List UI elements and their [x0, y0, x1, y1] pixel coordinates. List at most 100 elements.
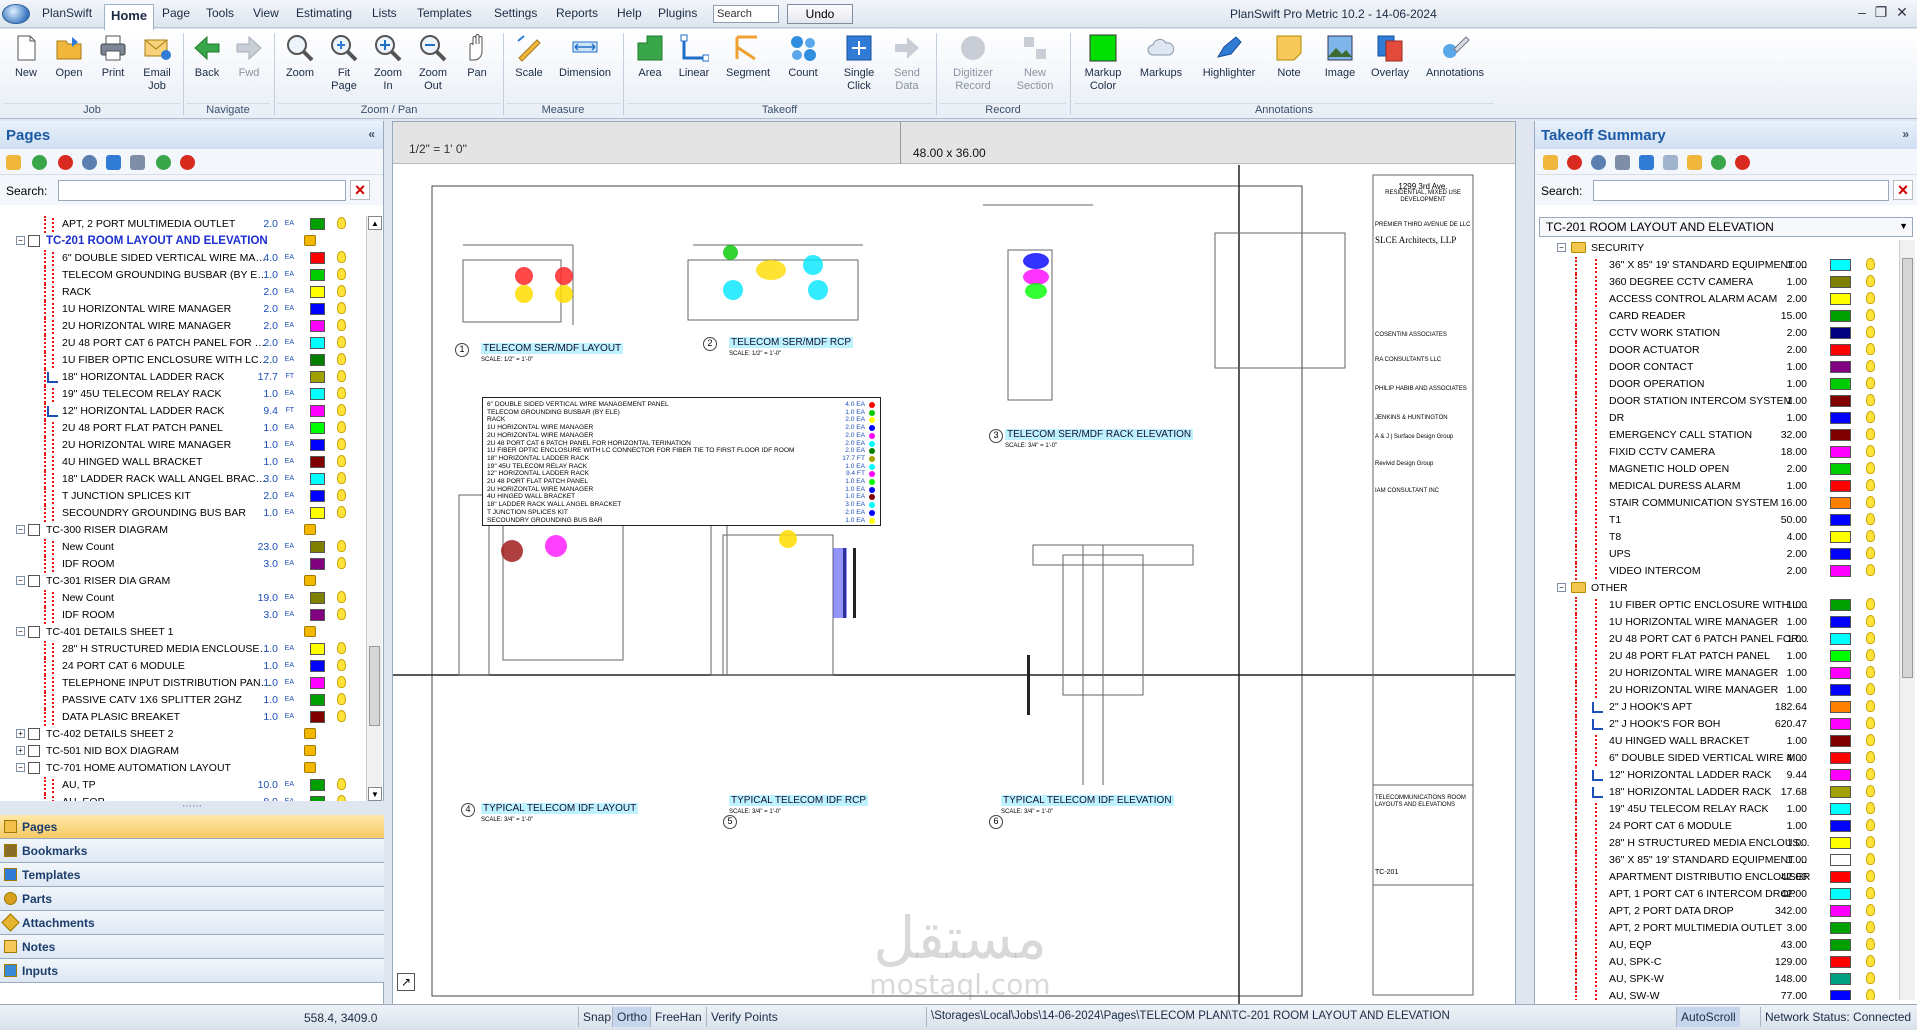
color-swatch[interactable]: [1830, 735, 1851, 747]
undo-button[interactable]: Undo: [787, 4, 853, 24]
visibility-bulb-icon[interactable]: [1866, 309, 1875, 321]
color-swatch[interactable]: [1830, 310, 1851, 322]
print-button[interactable]: Print: [94, 33, 132, 103]
expand-icon[interactable]: +: [16, 729, 25, 738]
visibility-bulb-icon[interactable]: [337, 710, 346, 722]
takeoff-item[interactable]: 18" LADDER RACK WALL ANGEL BRACKET 3.0 EA: [0, 471, 366, 488]
visibility-bulb-icon[interactable]: [1866, 887, 1875, 899]
layer-icon[interactable]: [304, 728, 316, 739]
count-marker[interactable]: [555, 267, 573, 285]
visibility-bulb-icon[interactable]: [337, 557, 346, 569]
summary-item[interactable]: 24 PORT CAT 6 MODULE 1.00: [1535, 818, 1897, 835]
snap-toggle[interactable]: Snap: [578, 1007, 615, 1027]
visibility-bulb-icon[interactable]: [337, 455, 346, 467]
visibility-bulb-icon[interactable]: [337, 540, 346, 552]
count-button[interactable]: Count: [784, 33, 822, 103]
takeoff-item[interactable]: T JUNCTION SPLICES KIT 2.0 EA: [0, 488, 366, 505]
collapse-chevron-icon[interactable]: »: [1902, 127, 1909, 141]
open-button[interactable]: Open: [50, 33, 88, 103]
color-swatch[interactable]: [1830, 837, 1851, 849]
scale-button[interactable]: Scale: [510, 33, 548, 103]
takeoff-item[interactable]: APT, 2 PORT MULTIMEDIA OUTLET 2.0 EA: [0, 216, 366, 233]
refresh-icon[interactable]: [1639, 155, 1654, 170]
color-swatch[interactable]: [310, 677, 325, 689]
visibility-bulb-icon[interactable]: [337, 302, 346, 314]
visibility-bulb-icon[interactable]: [1866, 734, 1875, 746]
color-swatch[interactable]: [310, 439, 325, 451]
page-node[interactable]: − TC-401 DETAILS SHEET 1: [0, 624, 366, 641]
new-folder-icon[interactable]: [1687, 155, 1702, 170]
fit-page-button[interactable]: Fit Page: [326, 33, 362, 103]
color-swatch[interactable]: [1830, 871, 1851, 883]
takeoff-item[interactable]: 6" DOUBLE SIDED VERTICAL WIRE MANAGE... 4…: [0, 250, 366, 267]
takeoff-item[interactable]: 19" 45U TELECOM RELAY RACK 1.0 EA: [0, 386, 366, 403]
menu-tools[interactable]: Tools: [206, 6, 234, 20]
layer-icon[interactable]: [304, 745, 316, 756]
menu-brand[interactable]: PlanSwift: [42, 6, 92, 20]
collapse-all-icon[interactable]: [1735, 155, 1750, 170]
takeoff-item[interactable]: IDF ROOM 3.0 EA: [0, 556, 366, 573]
visibility-bulb-icon[interactable]: [1866, 513, 1875, 525]
takeoff-item[interactable]: 2U 48 PORT CAT 6 PATCH PANEL FOR HORI...…: [0, 335, 366, 352]
visibility-bulb-icon[interactable]: [337, 421, 346, 433]
takeoff-item[interactable]: 28" H STRUCTURED MEDIA ENCLOUSER WI... 1.…: [0, 641, 366, 658]
summary-item[interactable]: FIXID CCTV CAMERA 18.00: [1535, 444, 1897, 461]
new-folder-icon[interactable]: [6, 155, 21, 170]
summary-item[interactable]: 19" 45U TELECOM RELAY RACK 1.00: [1535, 801, 1897, 818]
gear-icon[interactable]: [82, 155, 97, 170]
visibility-bulb-icon[interactable]: [1866, 275, 1875, 287]
color-swatch[interactable]: [310, 490, 325, 502]
summary-item[interactable]: STAIR COMMUNICATION SYSTEM 16.00: [1535, 495, 1897, 512]
takeoff-item[interactable]: IDF ROOM 3.0 EA: [0, 607, 366, 624]
summary-item[interactable]: 2" J HOOK'S FOR BOH 620.47: [1535, 716, 1897, 733]
visibility-bulb-icon[interactable]: [1866, 360, 1875, 372]
splitter-grip[interactable]: ⋯⋯: [0, 801, 384, 815]
color-swatch[interactable]: [310, 337, 325, 349]
summary-item[interactable]: CCTV WORK STATION 2.00: [1535, 325, 1897, 342]
email-job-button[interactable]: Email Job: [138, 33, 176, 103]
linear-takeoff[interactable]: [833, 548, 847, 618]
summary-item[interactable]: DOOR ACTUATOR 2.00: [1535, 342, 1897, 359]
takeoff-item[interactable]: New Count 19.0 EA: [0, 590, 366, 607]
color-swatch[interactable]: [310, 320, 325, 332]
visibility-bulb-icon[interactable]: [1866, 445, 1875, 457]
collapse-icon[interactable]: −: [16, 576, 25, 585]
color-swatch[interactable]: [1830, 786, 1851, 798]
nav-notes[interactable]: Notes: [0, 935, 384, 959]
right-splitter[interactable]: [1516, 121, 1534, 1004]
visibility-bulb-icon[interactable]: [337, 217, 346, 229]
menu-page[interactable]: Page: [162, 6, 190, 20]
visibility-bulb-icon[interactable]: [1866, 377, 1875, 389]
color-swatch[interactable]: [1830, 701, 1851, 713]
summary-item[interactable]: T1 50.00: [1535, 512, 1897, 529]
summary-item[interactable]: 36" X 85" 19' STANDARD EQUIPMENT R... 1.0…: [1535, 852, 1897, 869]
summary-item[interactable]: APARTMENT DISTRIBUTIO ENCLOUSER 42.00: [1535, 869, 1897, 886]
visibility-bulb-icon[interactable]: [337, 659, 346, 671]
new-button[interactable]: New: [8, 33, 44, 103]
forward-button[interactable]: Fwd: [232, 33, 266, 103]
visibility-bulb-icon[interactable]: [1866, 802, 1875, 814]
collapse-icon[interactable]: −: [16, 236, 25, 245]
color-swatch[interactable]: [1830, 888, 1851, 900]
color-swatch[interactable]: [1830, 395, 1851, 407]
color-swatch[interactable]: [1830, 497, 1851, 509]
send-data-button[interactable]: Send Data: [888, 33, 926, 103]
back-button[interactable]: Back: [190, 33, 224, 103]
visibility-bulb-icon[interactable]: [337, 353, 346, 365]
page-node[interactable]: − TC-701 HOME AUTOMATION LAYOUT: [0, 760, 366, 777]
color-swatch[interactable]: [1830, 803, 1851, 815]
visibility-bulb-icon[interactable]: [337, 608, 346, 620]
summary-item[interactable]: MEDICAL DURESS ALARM 1.00: [1535, 478, 1897, 495]
color-swatch[interactable]: [310, 405, 325, 417]
visibility-bulb-icon[interactable]: [1866, 530, 1875, 542]
takeoff-item[interactable]: RACK 2.0 EA: [0, 284, 366, 301]
scrollbar-thumb[interactable]: [369, 646, 380, 726]
expand-all-icon[interactable]: [156, 155, 171, 170]
visibility-bulb-icon[interactable]: [1866, 666, 1875, 678]
color-swatch[interactable]: [1830, 956, 1851, 968]
nav-attachments[interactable]: Attachments: [0, 911, 384, 935]
takeoff-item[interactable]: PASSIVE CATV 1X6 SPLITTER 2GHZ 1.0 EA: [0, 692, 366, 709]
color-swatch[interactable]: [310, 252, 325, 264]
summary-item[interactable]: AU, SW-W 77.00: [1535, 988, 1897, 1000]
visibility-bulb-icon[interactable]: [1866, 598, 1875, 610]
